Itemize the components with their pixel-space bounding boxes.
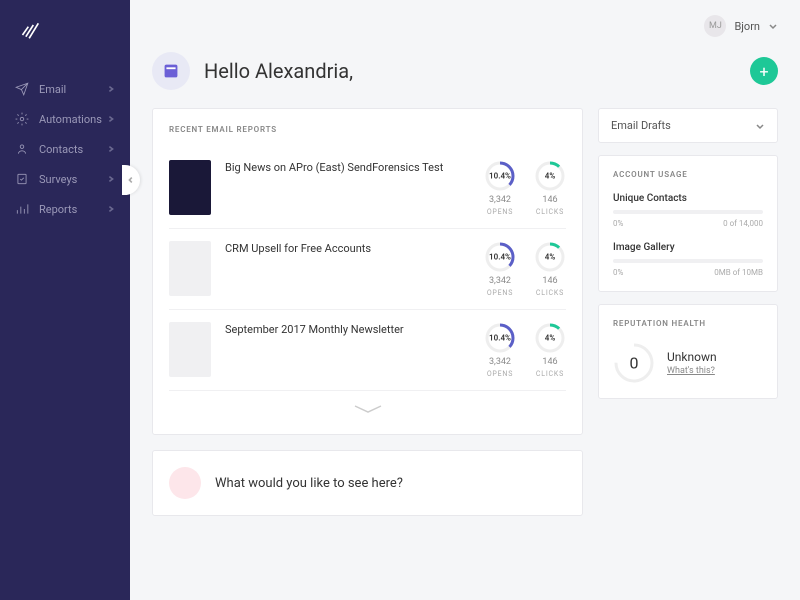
sidebar-item-automations[interactable]: Automations (0, 104, 130, 134)
sidebar-item-contacts[interactable]: Contacts (0, 134, 130, 164)
usage-contacts: Unique Contacts 0%0 of 14,000 (613, 193, 763, 228)
clipboard-check-icon (15, 172, 29, 186)
dropdown-label: Email Drafts (611, 119, 671, 132)
logo (0, 20, 130, 44)
bar-chart-icon (15, 202, 29, 216)
usage-image-gallery: Image Gallery 0%0MB of 10MB (613, 242, 763, 277)
prompt-icon (169, 467, 201, 499)
prompt-text: What would you like to see here? (215, 476, 403, 491)
sidebar-item-email[interactable]: Email (0, 74, 130, 104)
sidebar-item-surveys[interactable]: Surveys (0, 164, 130, 194)
sidebar-item-label: Surveys (39, 173, 77, 186)
expand-toggle[interactable] (169, 391, 566, 418)
report-title: Big News on APro (East) SendForensics Te… (225, 160, 470, 175)
chevron-down-icon[interactable] (768, 21, 778, 31)
report-thumbnail (169, 322, 211, 377)
chevron-right-icon (107, 205, 115, 213)
opens-metric: 10.4% 3,342OPENS (484, 160, 516, 216)
recent-reports-card: RECENT EMAIL REPORTS Big News on APro (E… (152, 108, 583, 435)
user-icon (15, 142, 29, 156)
main-content: MJ Bjorn Hello Alexandria, + RECENT EMAI… (130, 0, 800, 600)
report-title: September 2017 Monthly Newsletter (225, 322, 470, 337)
clicks-metric: 4% 146CLICKS (534, 241, 566, 297)
sidebar-item-label: Email (39, 83, 66, 96)
gear-icon (15, 112, 29, 126)
opens-metric: 10.4% 3,342OPENS (484, 241, 516, 297)
card-title: REPUTATION HEALTH (613, 319, 763, 328)
avatar[interactable]: MJ (704, 15, 726, 37)
add-button[interactable]: + (750, 57, 778, 85)
sidebar: Email Automations Contacts Surveys Repor… (0, 0, 130, 600)
sidebar-item-reports[interactable]: Reports (0, 194, 130, 224)
chevron-right-icon (107, 115, 115, 123)
whats-this-link[interactable]: What's this? (667, 366, 717, 376)
report-row[interactable]: September 2017 Monthly Newsletter 10.4% … (169, 310, 566, 391)
clicks-metric: 4% 146CLICKS (534, 322, 566, 378)
top-header: MJ Bjorn (152, 15, 778, 37)
account-usage-card: ACCOUNT USAGE Unique Contacts 0%0 of 14,… (598, 155, 778, 292)
chevron-right-icon (107, 175, 115, 183)
sidebar-item-label: Contacts (39, 143, 83, 156)
username: Bjorn (734, 20, 760, 33)
customize-prompt-card[interactable]: What would you like to see here? (152, 450, 583, 516)
chevron-down-icon (755, 121, 765, 131)
greeting-avatar-icon (152, 52, 190, 90)
sidebar-item-label: Automations (39, 113, 102, 126)
reputation-status: Unknown (667, 350, 717, 364)
send-icon (15, 82, 29, 96)
opens-metric: 10.4% 3,342OPENS (484, 322, 516, 378)
report-thumbnail (169, 241, 211, 296)
report-title: CRM Upsell for Free Accounts (225, 241, 470, 256)
report-thumbnail (169, 160, 211, 215)
chevron-right-icon (107, 85, 115, 93)
reputation-gauge: 0 (613, 342, 655, 384)
reputation-card: REPUTATION HEALTH 0 Unknown What's this? (598, 304, 778, 399)
chevron-right-icon (107, 145, 115, 153)
report-row[interactable]: Big News on APro (East) SendForensics Te… (169, 148, 566, 229)
sidebar-item-label: Reports (39, 203, 77, 216)
progress-bar (613, 259, 763, 263)
greeting-row: Hello Alexandria, + (152, 52, 778, 90)
progress-bar (613, 210, 763, 214)
card-title: RECENT EMAIL REPORTS (169, 125, 566, 134)
report-row[interactable]: CRM Upsell for Free Accounts 10.4% 3,342… (169, 229, 566, 310)
drafts-dropdown[interactable]: Email Drafts (598, 108, 778, 143)
clicks-metric: 4% 146CLICKS (534, 160, 566, 216)
greeting-text: Hello Alexandria, (204, 59, 353, 83)
card-title: ACCOUNT USAGE (613, 170, 763, 179)
